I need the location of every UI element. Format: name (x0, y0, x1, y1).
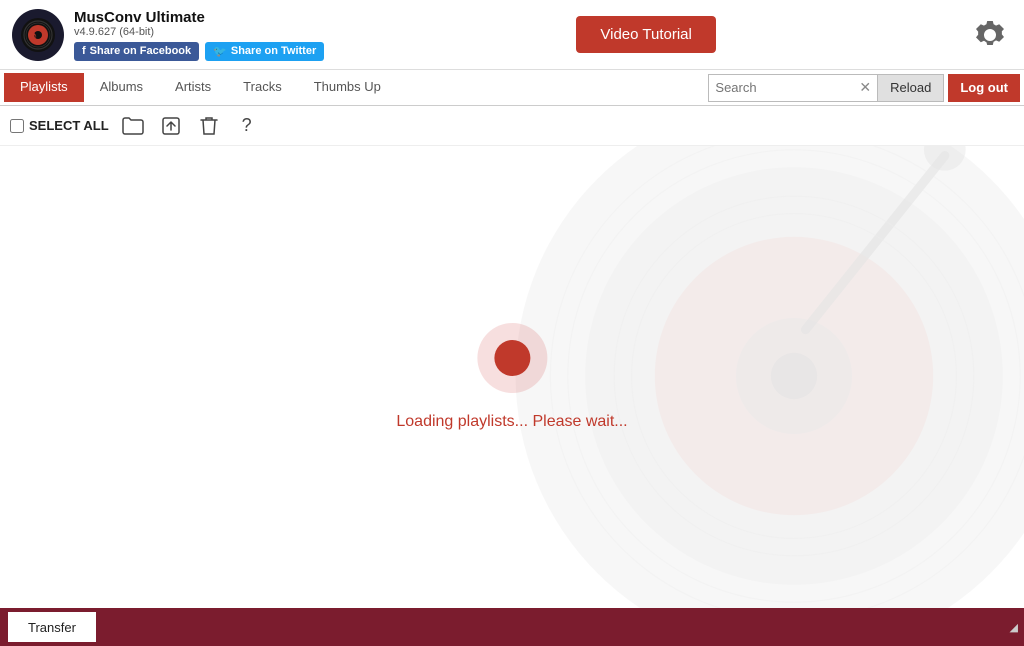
tab-albums[interactable]: Albums (84, 73, 159, 102)
search-input-wrapper: ✕ (708, 74, 878, 102)
logo-area: ♪ MusConv Ultimate v4.9.627 (64-bit) f S… (12, 9, 324, 61)
tabs-bar: Playlists Albums Artists Tracks Thumbs U… (0, 70, 1024, 106)
select-all-wrapper[interactable]: SELECT ALL (10, 118, 109, 133)
app-title: MusConv Ultimate (74, 9, 324, 26)
open-folder-icon[interactable] (119, 112, 147, 140)
app-info: MusConv Ultimate v4.9.627 (64-bit) f Sha… (74, 9, 324, 61)
export-icon[interactable] (157, 112, 185, 140)
app-version: v4.9.627 (64-bit) (74, 26, 324, 38)
facebook-icon: f (82, 45, 86, 57)
delete-icon[interactable] (195, 112, 223, 140)
select-all-checkbox[interactable] (10, 119, 24, 133)
app-logo: ♪ (12, 9, 64, 61)
tab-playlists[interactable]: Playlists (4, 73, 84, 102)
spinner-inner (494, 340, 530, 376)
footer-resize-icon: ◢ (1010, 621, 1018, 634)
help-icon[interactable]: ? (233, 112, 261, 140)
twitter-share-button[interactable]: 🐦 Share on Twitter (205, 42, 324, 61)
loading-area: Loading playlists... Please wait... (396, 323, 627, 431)
settings-icon[interactable] (968, 13, 1012, 57)
social-buttons: f Share on Facebook 🐦 Share on Twitter (74, 42, 324, 61)
twitter-icon: 🐦 (213, 45, 227, 58)
transfer-button[interactable]: Transfer (8, 612, 96, 642)
header-center: Video Tutorial (336, 16, 956, 53)
tab-tracks[interactable]: Tracks (227, 73, 298, 102)
svg-text:♪: ♪ (31, 28, 38, 43)
logout-button[interactable]: Log out (948, 74, 1020, 102)
loading-text: Loading playlists... Please wait... (396, 413, 627, 431)
reload-button[interactable]: Reload (878, 74, 944, 102)
search-area: ✕ Reload Log out (708, 74, 1020, 102)
footer: Transfer ◢ (0, 608, 1024, 646)
tab-thumbsup[interactable]: Thumbs Up (298, 73, 397, 102)
tab-artists[interactable]: Artists (159, 73, 227, 102)
select-all-label[interactable]: SELECT ALL (29, 118, 109, 133)
facebook-share-button[interactable]: f Share on Facebook (74, 42, 199, 61)
header-right (968, 13, 1012, 57)
header: ♪ MusConv Ultimate v4.9.627 (64-bit) f S… (0, 0, 1024, 70)
spinner-outer (477, 323, 547, 393)
video-tutorial-button[interactable]: Video Tutorial (576, 16, 715, 53)
toolbar: SELECT ALL ? (0, 106, 1024, 146)
search-clear-icon[interactable]: ✕ (859, 79, 871, 96)
search-input[interactable] (715, 80, 855, 95)
main-content: Loading playlists... Please wait... (0, 146, 1024, 608)
